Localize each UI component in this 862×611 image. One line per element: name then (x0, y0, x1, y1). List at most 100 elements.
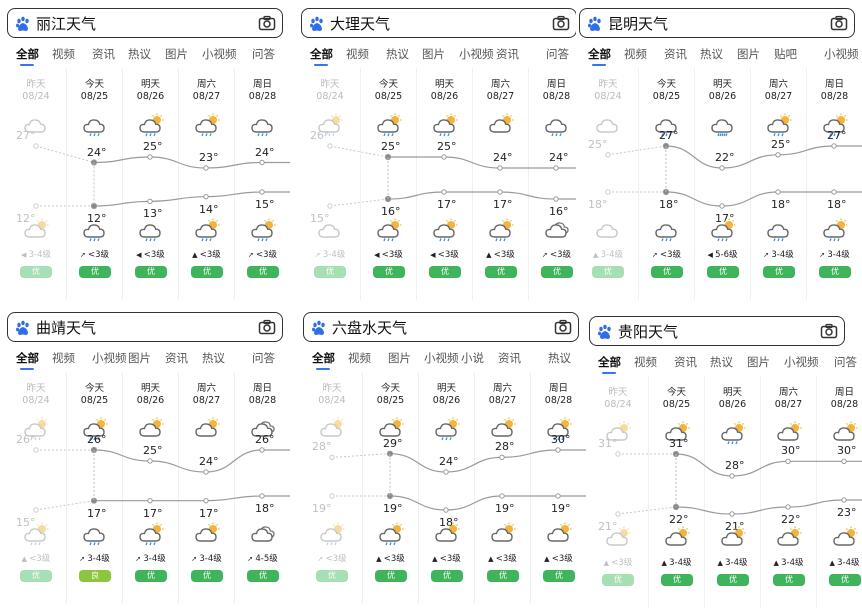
forecast-grid: 昨天 08/24 26° 15° ➚ 3-4级优今天 08/25 25° 16° ◀ <3级优明… (298, 68, 584, 304)
search-query: 丽江天气 (36, 15, 97, 33)
tab-item[interactable]: 小视频 (424, 350, 459, 366)
search-bar[interactable]: 贵阳天气 (589, 316, 845, 346)
baidu-paw-icon (15, 16, 31, 32)
hi-temp-dashed-segment (329, 145, 389, 158)
lo-temp-point (203, 497, 209, 504)
camera-icon[interactable] (820, 323, 838, 339)
hi-temp-line (665, 145, 862, 169)
tab-item[interactable]: 资讯 (674, 354, 697, 370)
camera-icon[interactable] (552, 15, 570, 31)
temperature-curves (33, 143, 290, 210)
camera-icon[interactable] (554, 319, 572, 335)
weather-panel: 昆明天气 全部 视频 资讯 热议 图片 贴吧 小视频 昨天 08/24 25° 18° ▲ 3-4级优今… (576, 4, 862, 304)
tab-item[interactable]: 热议 (548, 350, 571, 366)
hi-temp-point (147, 458, 153, 464)
tab-item[interactable]: 图片 (747, 354, 770, 370)
tab-item[interactable]: 图片 (388, 350, 411, 366)
tab-item[interactable]: 热议 (710, 354, 733, 370)
tab-item[interactable]: 小视频 (92, 350, 127, 366)
tab-item[interactable]: 小视频 (824, 46, 859, 62)
tab-all[interactable]: 全部 (310, 46, 333, 62)
search-bar[interactable]: 丽江天气 (7, 8, 283, 38)
baidu-paw-icon (309, 16, 325, 32)
tab-item[interactable]: 视频 (634, 354, 657, 370)
tab-item[interactable]: 视频 (52, 46, 75, 62)
hi-temp-point (785, 458, 791, 465)
tab-item[interactable]: 问答 (252, 46, 275, 62)
active-tab-indicator (20, 368, 34, 370)
search-tabs: 全部 视频 小视频 图片 资讯 热议 问答 (4, 348, 290, 372)
tab-item[interactable]: 热议 (386, 46, 409, 62)
tab-item[interactable]: 热议 (202, 350, 225, 366)
camera-icon[interactable] (258, 319, 276, 335)
tab-all[interactable]: 全部 (588, 46, 611, 62)
tab-item[interactable]: 资讯 (498, 350, 521, 366)
tab-item[interactable]: 小视频 (202, 46, 237, 62)
tab-item[interactable]: 视频 (348, 350, 371, 366)
search-bar[interactable]: 曲靖天气 (7, 312, 283, 342)
lo-temp-point (841, 497, 847, 503)
tab-item[interactable]: 资讯 (92, 46, 115, 62)
camera-icon[interactable] (830, 15, 848, 31)
tab-item[interactable]: 贴吧 (774, 46, 797, 62)
baidu-paw-icon (587, 16, 603, 32)
tab-item[interactable]: 视频 (346, 46, 369, 62)
tab-item[interactable]: 图片 (165, 46, 188, 62)
lo-temp-point (729, 511, 735, 517)
lo-temp-point (785, 504, 791, 510)
lo-temp-point (259, 189, 265, 195)
search-bar[interactable]: 六盘水天气 (303, 312, 579, 342)
lo-temp-dashed-segment (35, 500, 95, 511)
active-tab-indicator (20, 64, 34, 66)
tab-item[interactable]: 图片 (737, 46, 760, 62)
search-bar[interactable]: 大理天气 (301, 8, 577, 38)
tab-all[interactable]: 全部 (598, 354, 621, 370)
forecast-grid: 昨天 08/24 27° 12° ◀ 3-4级优今天 08/25 24° 12° ➚ <3级优明… (4, 68, 290, 304)
search-tabs: 全部 视频 资讯 热议 图片 贴吧 小视频 (576, 44, 862, 68)
search-tabs: 全部 视频 资讯 热议 图片 小视频 问答 (4, 44, 290, 68)
hi-temp-point (555, 447, 561, 453)
tab-item[interactable]: 视频 (52, 350, 75, 366)
search-query: 曲靖天气 (36, 319, 97, 337)
tab-item[interactable]: 热议 (128, 46, 151, 62)
lo-temp-point (441, 189, 447, 195)
tab-item[interactable]: 问答 (252, 350, 275, 366)
baidu-paw-icon (15, 320, 31, 336)
hi-temp-point (329, 454, 335, 461)
baidu-paw-icon (597, 324, 613, 340)
tab-item[interactable]: 资讯 (496, 46, 519, 62)
tab-item[interactable]: 热议 (700, 46, 723, 62)
tab-item[interactable]: 小视频 (459, 46, 494, 62)
temperature-curves (605, 142, 862, 209)
tab-item[interactable]: 图片 (128, 350, 151, 366)
camera-icon[interactable] (258, 15, 276, 31)
temperature-curves (33, 446, 290, 513)
tab-item[interactable]: 问答 (834, 354, 857, 370)
search-tabs: 全部 视频 资讯 热议 图片 小视频 问答 (586, 352, 862, 376)
baidu-paw-icon (311, 320, 327, 336)
hi-temp-line (93, 449, 290, 473)
tab-item[interactable]: 问答 (546, 46, 569, 62)
lo-temp-point (605, 189, 611, 195)
tab-item[interactable]: 资讯 (664, 46, 687, 62)
lo-temp-point (831, 189, 837, 195)
lo-temp-point (147, 198, 153, 205)
search-bar[interactable]: 昆明天气 (579, 8, 855, 38)
tab-item[interactable]: 小视频 (784, 354, 819, 370)
tab-item[interactable]: 资讯 (165, 350, 188, 366)
hi-temp-point (499, 454, 505, 461)
search-query: 六盘水天气 (332, 319, 408, 337)
weather-panel: 六盘水天气 全部 视频 图片 小视频 小说 资讯 热议 昨天 08/24 28° 19° ➚ <3级优今… (300, 308, 586, 608)
search-query: 昆明天气 (608, 15, 669, 33)
hi-temp-point (729, 473, 735, 479)
hi-temp-point (497, 165, 503, 171)
tab-item[interactable]: 视频 (624, 46, 647, 62)
tab-item[interactable]: 小说 (461, 350, 484, 366)
lo-temp-dashed-segment (617, 506, 677, 515)
tab-all[interactable]: 全部 (16, 350, 39, 366)
tab-all[interactable]: 全部 (16, 46, 39, 62)
hi-temp-point (841, 458, 847, 465)
tab-item[interactable]: 图片 (422, 46, 445, 62)
tab-all[interactable]: 全部 (312, 350, 335, 366)
temperature-curves (615, 450, 862, 517)
